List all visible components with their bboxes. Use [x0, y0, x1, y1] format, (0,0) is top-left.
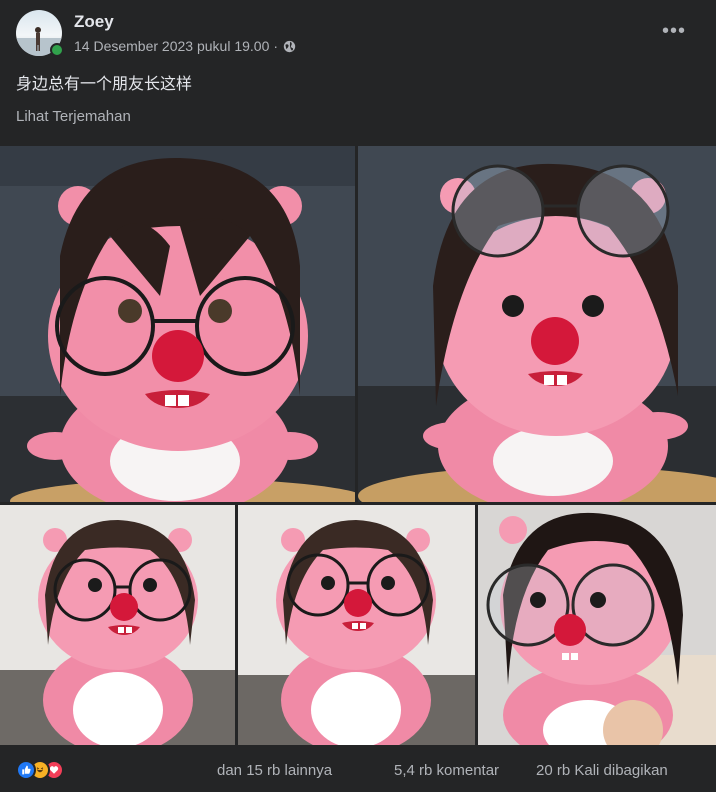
- post-meta: 14 Desember 2023 pukul 19.00 ·: [74, 38, 296, 54]
- like-icon: [16, 760, 36, 780]
- post-timestamp[interactable]: 14 Desember 2023 pukul 19.00: [74, 38, 269, 54]
- author-name[interactable]: Zoey: [74, 12, 114, 32]
- post-photo-2[interactable]: [358, 146, 716, 502]
- post-photo-3[interactable]: [0, 505, 235, 745]
- share-count[interactable]: 20 rb Kali dibagikan: [536, 762, 668, 779]
- reaction-icons[interactable]: [16, 760, 64, 780]
- post-footer: dan 15 rb lainnya 5,4 rb komentar 20 rb …: [0, 748, 716, 792]
- facebook-post: Zoey 14 Desember 2023 pukul 19.00 · ••• …: [0, 0, 716, 792]
- see-translation-link[interactable]: Lihat Terjemahan: [16, 108, 131, 125]
- post-text: 身边总有一个朋友长这样: [16, 76, 193, 93]
- more-options-button[interactable]: •••: [656, 16, 692, 46]
- post-photo-5[interactable]: [478, 505, 716, 745]
- meta-separator: ·: [273, 38, 279, 54]
- post-photo-1[interactable]: [0, 146, 355, 502]
- post-photo-4[interactable]: [238, 505, 475, 745]
- reaction-count[interactable]: dan 15 rb lainnya: [217, 762, 332, 779]
- post-header: Zoey 14 Desember 2023 pukul 19.00 · •••: [0, 0, 716, 60]
- online-status-dot: [50, 43, 64, 57]
- comment-count[interactable]: 5,4 rb komentar: [394, 762, 499, 779]
- globe-icon[interactable]: [283, 40, 296, 53]
